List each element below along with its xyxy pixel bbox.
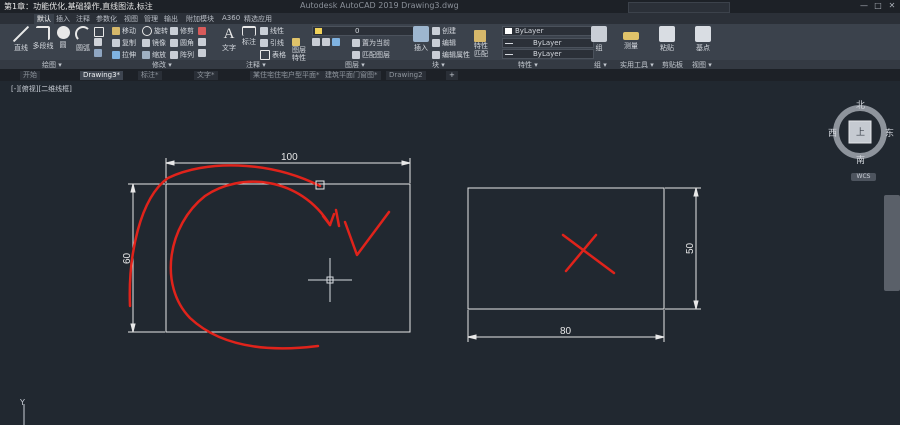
red-arc-inner bbox=[169, 180, 332, 350]
viewcube-north: 北 bbox=[856, 100, 865, 111]
rectangle-right[interactable] bbox=[467, 187, 665, 310]
crosshair-cursor bbox=[308, 258, 352, 302]
red-cross-mark bbox=[561, 233, 616, 275]
navigation-bar[interactable] bbox=[884, 195, 900, 291]
viewcube[interactable]: 上 北 南 东 西 bbox=[828, 100, 894, 166]
viewcube-east: 东 bbox=[885, 127, 894, 139]
dim-text-100: 100 bbox=[281, 152, 298, 163]
red-annotation-marks bbox=[128, 164, 616, 350]
rectangle-left[interactable] bbox=[165, 183, 411, 333]
viewcube-top-label: 上 bbox=[856, 127, 865, 138]
viewcube-west: 西 bbox=[828, 128, 837, 139]
ucs-y-label: Y bbox=[20, 398, 25, 407]
red-tick-mark bbox=[334, 208, 341, 228]
drawing-area: 100 60 50 80 上 北 南 东 西 bbox=[23, 100, 894, 425]
viewcube-south: 南 bbox=[856, 154, 865, 166]
dim-text-80: 80 bbox=[560, 326, 572, 337]
red-check-mark bbox=[343, 210, 391, 257]
dim-text-50: 50 bbox=[685, 242, 696, 254]
wcs-menu[interactable]: WCS bbox=[851, 173, 876, 181]
